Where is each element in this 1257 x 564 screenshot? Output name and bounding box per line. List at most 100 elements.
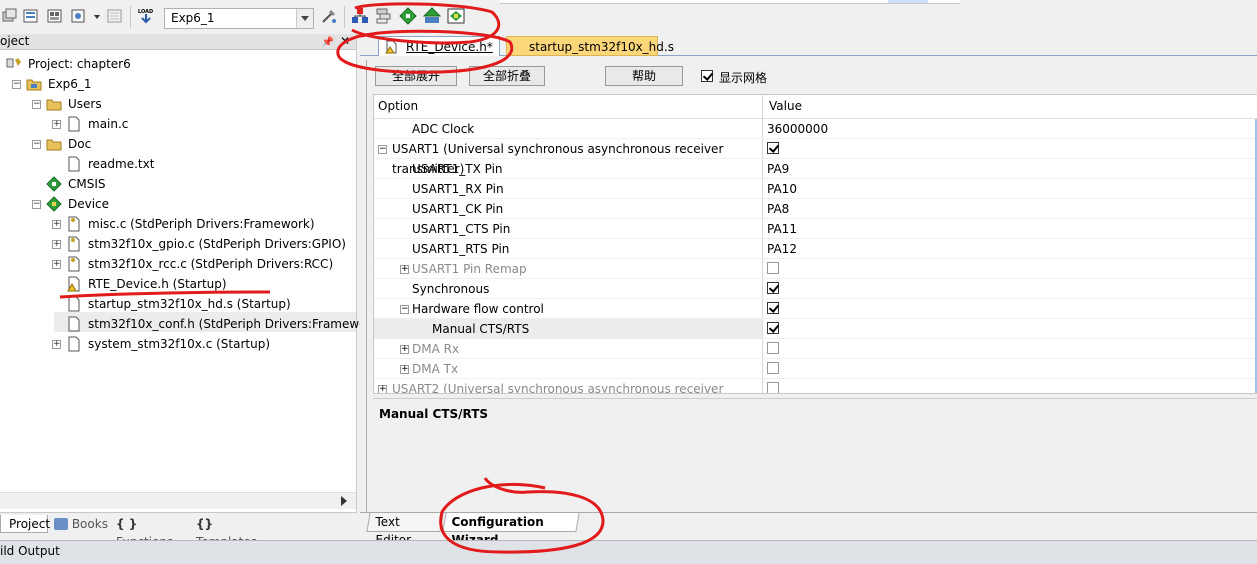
option-checkbox[interactable]	[767, 322, 779, 334]
pin-icon[interactable]: 📌	[322, 35, 334, 50]
grid-option-cell[interactable]: + DMA Rx	[374, 339, 762, 359]
grid-option-cell[interactable]: + DMA Tx	[374, 359, 762, 379]
option-checkbox[interactable]	[767, 382, 779, 393]
configuration-wizard: 全部展开 全部折叠 帮助 显示网格 Option Value ADC Clock…	[366, 60, 1257, 518]
option-checkbox[interactable]	[767, 262, 779, 274]
grid-row[interactable]: ADC Clock 36000000	[374, 119, 1257, 139]
download-load-icon[interactable]: LOAD	[137, 7, 155, 25]
collapse-icon[interactable]: −	[400, 305, 409, 314]
grid-row[interactable]: Synchronous	[374, 279, 1257, 299]
column-header-value[interactable]: Value	[769, 99, 802, 113]
grid-value-cell[interactable]: PA11	[767, 219, 797, 239]
expand-icon[interactable]: +	[52, 220, 61, 229]
grid-row[interactable]: Manual CTS/RTS	[374, 319, 1257, 339]
tab-configuration-wizard[interactable]: Configuration Wizard	[442, 513, 580, 547]
grid-value-cell[interactable]: 36000000	[767, 119, 828, 139]
grid-row[interactable]: USART1_CTS Pin PA11	[374, 219, 1257, 239]
horizontal-scrollbar[interactable]	[0, 492, 356, 509]
translate-icon[interactable]	[70, 7, 88, 25]
expand-icon[interactable]: +	[400, 265, 409, 274]
option-checkbox[interactable]	[767, 302, 779, 314]
expand-icon[interactable]: +	[400, 365, 409, 374]
grid-option-cell[interactable]: USART1_RTS Pin	[374, 239, 762, 259]
rebuild-icon[interactable]	[22, 7, 40, 25]
expand-icon[interactable]: +	[52, 240, 61, 249]
grid-row[interactable]: USART1_CK Pin PA8	[374, 199, 1257, 219]
grid-value-cell[interactable]: PA9	[767, 159, 789, 179]
chevron-down-icon[interactable]	[88, 7, 100, 25]
option-label: USART1_CTS Pin	[412, 222, 511, 236]
expand-icon[interactable]: +	[400, 345, 409, 354]
grid-option-cell[interactable]: − Hardware flow control	[374, 299, 762, 319]
tab-functions[interactable]: { } Functions	[116, 515, 192, 549]
grid-option-cell[interactable]: + USART1 Pin Remap	[374, 259, 762, 279]
build-output-bar[interactable]: ild Output	[0, 540, 1257, 564]
pack-installer-icon[interactable]	[423, 7, 441, 25]
expand-icon[interactable]: +	[52, 120, 61, 129]
grid-row[interactable]: + USART2 (Universal synchronous asynchron…	[374, 379, 1257, 393]
keil-ide-window: LOAD Exp6_1 oject 📌 ✕ Project: chapter6 …	[0, 0, 1257, 564]
collapse-icon[interactable]: −	[32, 140, 41, 149]
manage-project-items-icon[interactable]	[351, 7, 369, 25]
option-value: PA9	[767, 162, 790, 176]
help-button[interactable]: 帮助	[605, 66, 683, 86]
select-packs-icon[interactable]	[375, 7, 393, 25]
grid-option-cell[interactable]: USART1_TX Pin	[374, 159, 762, 179]
tab-text-editor[interactable]: Text Editor	[366, 513, 444, 547]
tab-templates[interactable]: {} Templates	[196, 515, 276, 549]
column-header-option[interactable]: Option	[378, 99, 418, 113]
option-checkbox[interactable]	[767, 342, 779, 354]
option-checkbox[interactable]	[767, 362, 779, 374]
component-diamond-icon	[46, 176, 62, 192]
manage-rte-icon[interactable]	[399, 7, 417, 25]
collapse-icon[interactable]: −	[32, 100, 41, 109]
close-icon[interactable]: ✕	[340, 34, 350, 49]
grid-row[interactable]: USART1_RX Pin PA10	[374, 179, 1257, 199]
grid-option-cell[interactable]: Synchronous	[374, 279, 762, 299]
tree-item-label: stm32f10x_rcc.c (StdPeriph Drivers:RCC)	[88, 257, 334, 271]
grid-option-cell[interactable]: Manual CTS/RTS	[374, 319, 762, 339]
expand-icon[interactable]: +	[52, 260, 61, 269]
expand-icon[interactable]: +	[52, 340, 61, 349]
grid-row[interactable]: USART1_RTS Pin PA12	[374, 239, 1257, 259]
tab-rte-device-h[interactable]: RTE_Device.h*	[378, 36, 500, 56]
target-options-icon[interactable]	[320, 7, 338, 25]
show-grid-checkbox[interactable]	[701, 70, 713, 82]
grid-row[interactable]: + DMA Tx	[374, 359, 1257, 379]
collapse-icon[interactable]: −	[32, 200, 41, 209]
grid-row[interactable]: − Hardware flow control	[374, 299, 1257, 319]
tree-item-label: Doc	[68, 137, 92, 151]
collapse-icon[interactable]: −	[378, 145, 387, 154]
target-select[interactable]: Exp6_1	[164, 8, 314, 29]
stop-build-icon[interactable]	[106, 7, 124, 25]
grid-option-cell[interactable]: ADC Clock	[374, 119, 762, 139]
software-packs-icon[interactable]	[447, 7, 465, 25]
grid-row[interactable]: + DMA Rx	[374, 339, 1257, 359]
option-checkbox[interactable]	[767, 282, 779, 294]
scroll-right-icon[interactable]	[341, 496, 352, 506]
collapse-icon[interactable]: −	[12, 80, 21, 89]
grid-option-cell[interactable]: USART1_CTS Pin	[374, 219, 762, 239]
chevron-down-icon[interactable]	[296, 9, 313, 28]
grid-value-cell[interactable]: PA10	[767, 179, 797, 199]
grid-option-cell[interactable]: USART1_RX Pin	[374, 179, 762, 199]
batch-build-icon[interactable]	[46, 7, 64, 25]
tab-startup-s[interactable]: startup_stm32f10x_hd.s	[506, 36, 674, 56]
grid-row[interactable]: + USART1 Pin Remap	[374, 259, 1257, 279]
collapse-all-button[interactable]: 全部折叠	[469, 66, 545, 86]
grid-option-cell[interactable]: USART1_CK Pin	[374, 199, 762, 219]
tree-item-label: stm32f10x_gpio.c (StdPeriph Drivers:GPIO…	[88, 237, 346, 251]
tab-project[interactable]: Project	[0, 515, 50, 533]
grid-value-cell[interactable]: PA12	[767, 239, 797, 259]
expand-icon[interactable]: +	[378, 385, 387, 393]
build-target-icon[interactable]	[2, 7, 20, 25]
grid-row[interactable]: USART1_TX Pin PA9	[374, 159, 1257, 179]
tree-item-label: misc.c (StdPeriph Drivers:Framework)	[88, 217, 315, 231]
grid-value-cell[interactable]: PA8	[767, 199, 789, 219]
grid-row[interactable]: − USART1 (Universal synchronous asynchron…	[374, 139, 1257, 176]
expand-all-button[interactable]: 全部展开	[375, 66, 457, 86]
tab-books[interactable]: Books	[54, 515, 110, 533]
grid-option-cell[interactable]: − USART1 (Universal synchronous asynchron…	[374, 139, 762, 176]
option-checkbox[interactable]	[767, 142, 779, 154]
grid-option-cell[interactable]: + USART2 (Universal synchronous asynchron…	[374, 379, 762, 393]
